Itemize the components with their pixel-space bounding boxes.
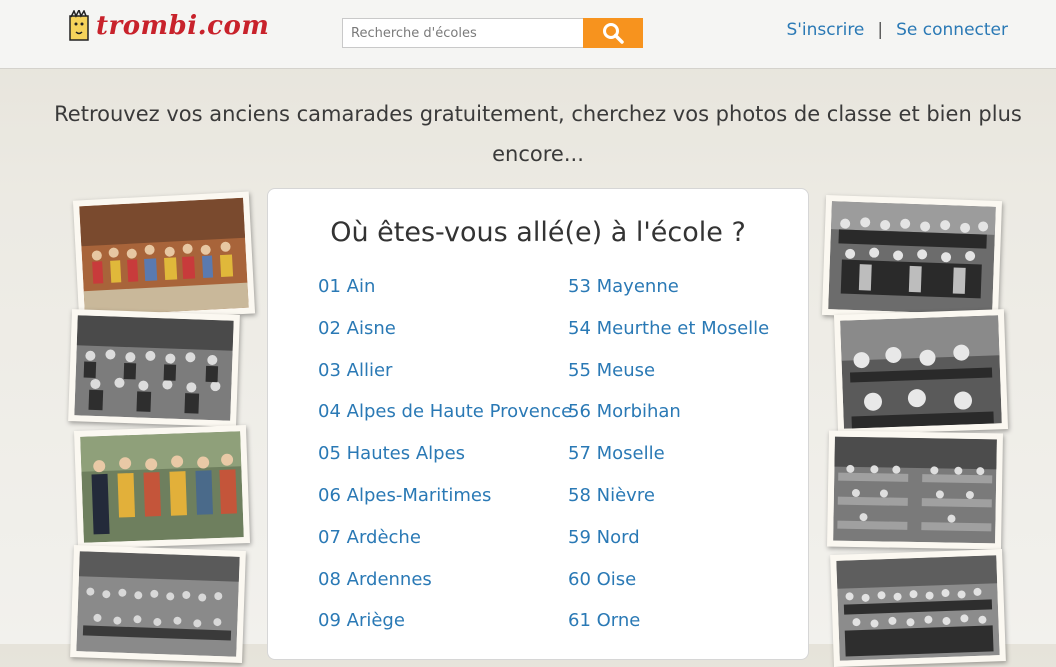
department-link[interactable]: 61 Orne: [568, 610, 769, 652]
department-card: Où êtes-vous allé(e) à l'école ? 01 Ain …: [267, 188, 809, 660]
auth-separator: |: [877, 20, 884, 40]
class-photo: [830, 549, 1006, 667]
auth-links: S'inscrire | Se connecter: [786, 20, 1008, 40]
department-link[interactable]: 59 Nord: [568, 527, 769, 569]
class-photo: [827, 430, 1003, 550]
department-link[interactable]: 06 Alpes-Maritimes: [318, 485, 572, 527]
department-link[interactable]: 09 Ariège: [318, 610, 572, 652]
class-photo: [72, 191, 256, 323]
signup-link[interactable]: S'inscrire: [786, 20, 864, 40]
school-search: [342, 18, 643, 48]
department-link[interactable]: 55 Meuse: [568, 360, 769, 402]
search-button[interactable]: [583, 18, 643, 48]
department-link[interactable]: 53 Mayenne: [568, 276, 769, 318]
department-link[interactable]: 08 Ardennes: [318, 569, 572, 611]
logo-face-icon: [69, 10, 89, 41]
department-link[interactable]: 60 Oise: [568, 569, 769, 611]
department-link[interactable]: 07 Ardèche: [318, 527, 572, 569]
class-photo: [73, 425, 251, 549]
card-title: Où êtes-vous allé(e) à l'école ?: [330, 217, 746, 248]
login-link[interactable]: Se connecter: [896, 20, 1008, 40]
department-link[interactable]: 58 Nièvre: [568, 485, 769, 527]
department-link[interactable]: 01 Ain: [318, 276, 572, 318]
department-link[interactable]: 03 Allier: [318, 360, 572, 402]
class-photo: [68, 309, 240, 427]
site-logo[interactable]: trombi.com: [68, 8, 269, 44]
class-photo: [833, 309, 1009, 435]
department-link[interactable]: 04 Alpes de Haute Provence: [318, 401, 572, 443]
department-list-left: 01 Ain 02 Aisne 03 Allier 04 Alpes de Ha…: [318, 276, 572, 652]
tagline: Retrouvez vos anciens camarades gratuite…: [54, 102, 1022, 166]
department-link[interactable]: 02 Aisne: [318, 318, 572, 360]
department-link[interactable]: 56 Morbihan: [568, 401, 769, 443]
logo-text: trombi.com: [96, 11, 270, 41]
department-link[interactable]: 57 Moselle: [568, 443, 769, 485]
department-list-right: 53 Mayenne 54 Meurthe et Moselle 55 Meus…: [568, 276, 769, 652]
search-icon: [603, 23, 624, 44]
search-input[interactable]: [342, 18, 583, 48]
class-photo: [821, 194, 1003, 322]
department-link[interactable]: 05 Hautes Alpes: [318, 443, 572, 485]
department-link[interactable]: 54 Meurthe et Moselle: [568, 318, 769, 360]
class-photo: [70, 545, 246, 663]
site-header: trombi.com S'inscrire | Se connecter: [0, 0, 1056, 69]
